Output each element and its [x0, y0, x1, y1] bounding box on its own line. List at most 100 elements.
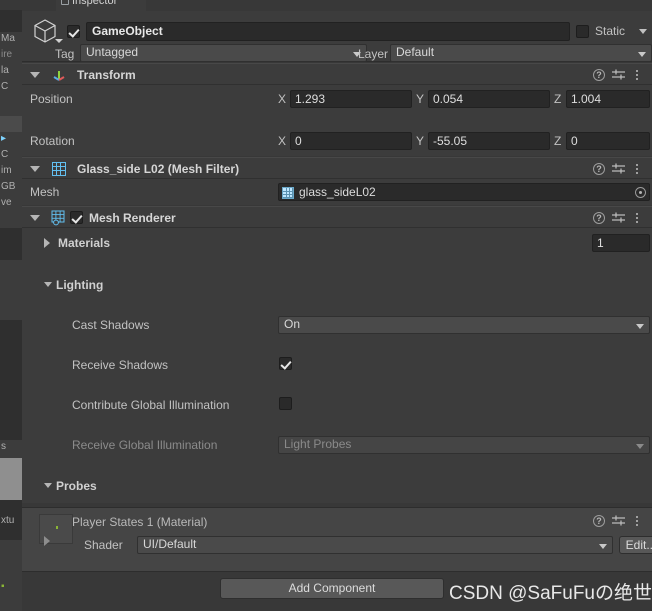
tag-value: Untagged	[86, 45, 139, 59]
component-mesh-filter: Glass_side L02 (Mesh Filter) ? Mesh glas…	[22, 157, 652, 205]
transform-rotation-row: Rotation X 0 Y -55.05 Z 0	[22, 131, 652, 151]
strip-fragment: ▸	[1, 133, 7, 144]
transform-title: Transform	[77, 68, 136, 82]
mesh-object-field[interactable]: glass_sideL02	[278, 183, 650, 201]
axis-z-label: Z	[554, 92, 562, 106]
help-icon[interactable]: ?	[593, 69, 605, 81]
add-component-button[interactable]: Add Component	[220, 578, 444, 599]
cast-shadows-value: On	[284, 317, 301, 331]
mesh-value: glass_sideL02	[299, 185, 376, 199]
contribute-gi-checkbox[interactable]	[279, 397, 292, 410]
mesh-asset-icon	[282, 187, 294, 199]
strip-fragment: C	[1, 81, 9, 92]
materials-count-field[interactable]: 1	[592, 234, 650, 252]
gameobject-name-field[interactable]: GameObject	[86, 22, 570, 41]
receive-shadows-checkbox[interactable]	[279, 357, 292, 370]
prefab-chevron-down-icon[interactable]	[55, 39, 63, 43]
static-chevron-down-icon[interactable]	[639, 29, 647, 34]
cast-shadows-row: Cast Shadows On	[22, 315, 652, 335]
mesh-renderer-icon	[51, 210, 65, 226]
preset-sliders-icon[interactable]	[612, 163, 625, 175]
inspector-tabbar: Inspector	[22, 0, 652, 11]
gameobject-enabled-checkbox[interactable]	[67, 25, 80, 38]
contribute-gi-row: Contribute Global Illumination	[22, 395, 652, 415]
kebab-menu-icon[interactable]	[635, 162, 639, 176]
position-y-field[interactable]: 0.054	[428, 90, 550, 108]
mesh-row: Mesh glass_sideL02	[22, 182, 652, 202]
mesh-renderer-header-icons: ?	[593, 211, 645, 226]
preset-sliders-icon[interactable]	[612, 212, 625, 224]
rotation-z-field[interactable]: 0	[566, 132, 650, 150]
kebab-menu-icon[interactable]	[635, 68, 639, 82]
axis-z-label: Z	[554, 134, 562, 148]
transform-axis-icon	[53, 71, 65, 81]
probes-section-header[interactable]: Probes	[22, 476, 652, 496]
strip-fragment: im	[1, 165, 12, 176]
material-bottom-gap	[22, 559, 652, 571]
mesh-renderer-body: Materials 1 Lighting Cast Shadows On Rec…	[22, 228, 652, 611]
static-checkbox[interactable]	[576, 25, 589, 38]
lighting-label: Lighting	[56, 278, 104, 292]
strip-fragment: s	[1, 441, 6, 452]
cast-shadows-label: Cast Shadows	[72, 318, 150, 332]
materials-section[interactable]: Materials 1	[22, 233, 652, 253]
help-icon[interactable]: ?	[593, 515, 605, 527]
transform-foldout-icon[interactable]	[30, 72, 40, 78]
transform-position-row: Position X 1.293 Y 0.054 Z 1.004	[22, 89, 652, 109]
static-label: Static	[595, 24, 626, 38]
position-z-field[interactable]: 1.004	[566, 90, 650, 108]
lighting-foldout-icon[interactable]	[44, 282, 52, 287]
axis-x-label: X	[278, 134, 287, 148]
position-x-field[interactable]: 1.293	[290, 90, 412, 108]
material-preview-dot	[56, 526, 58, 529]
receive-gi-label: Receive Global Illumination	[72, 438, 218, 452]
mesh-renderer-header[interactable]: Mesh Renderer ?	[22, 206, 652, 228]
shader-dropdown[interactable]: UI/Default	[137, 536, 613, 554]
left-docked-panels-strip: Ma ire la C ▸ C im GB ve s xtu ▪	[0, 0, 22, 611]
layer-dropdown[interactable]: Default	[390, 44, 652, 62]
shader-label: Shader	[84, 538, 123, 552]
lighting-section-header[interactable]: Lighting	[22, 275, 652, 295]
kebab-menu-icon[interactable]	[635, 211, 639, 225]
mesh-renderer-foldout-icon[interactable]	[30, 215, 40, 221]
transform-header-icons: ?	[593, 68, 645, 83]
tag-dropdown[interactable]: Untagged	[80, 44, 367, 62]
strip-fragment: GB	[1, 181, 16, 192]
preset-sliders-icon[interactable]	[612, 69, 625, 81]
mesh-filter-title: Glass_side L02 (Mesh Filter)	[77, 162, 240, 176]
rotation-x-field[interactable]: 0	[290, 132, 412, 150]
mesh-label: Mesh	[30, 185, 60, 199]
mesh-renderer-enabled-checkbox[interactable]	[70, 211, 83, 224]
object-picker-icon[interactable]	[635, 187, 646, 198]
component-mesh-renderer: Mesh Renderer ? Materials 1 Lighting Cas…	[22, 206, 652, 611]
transform-body: Position X 1.293 Y 0.054 Z 1.004 Rotatio…	[22, 85, 652, 192]
shader-value: UI/Default	[143, 537, 197, 551]
help-icon[interactable]: ?	[593, 212, 605, 224]
axis-y-label: Y	[416, 134, 425, 148]
strip-fragment: ▪	[1, 581, 5, 592]
mesh-renderer-title: Mesh Renderer	[89, 211, 176, 225]
material-foldout-icon[interactable]	[44, 536, 50, 546]
strip-fragment: xtu	[1, 515, 15, 526]
mesh-filter-foldout-icon[interactable]	[30, 166, 40, 172]
kebab-menu-icon[interactable]	[635, 514, 639, 528]
material-title: Player States 1 (Material)	[72, 515, 208, 529]
transform-header[interactable]: Transform ?	[22, 63, 652, 85]
rotation-y-field[interactable]: -55.05	[428, 132, 550, 150]
help-icon[interactable]: ?	[593, 163, 605, 175]
strip-fragment: ve	[1, 197, 12, 208]
inspector-icon	[61, 0, 69, 5]
materials-foldout-icon[interactable]	[44, 238, 50, 248]
layer-label: Layer	[358, 47, 389, 61]
strip-fragment: C	[1, 149, 9, 160]
tab-inspector[interactable]: Inspector	[56, 0, 146, 11]
strip-fragment: ire	[1, 49, 13, 60]
shader-edit-button[interactable]: Edit...	[619, 536, 652, 554]
layer-value: Default	[396, 45, 435, 59]
cast-shadows-dropdown[interactable]: On	[278, 316, 650, 334]
mesh-filter-header[interactable]: Glass_side L02 (Mesh Filter) ?	[22, 157, 652, 179]
mesh-filter-icon	[52, 162, 66, 176]
tab-inspector-label: Inspector	[72, 0, 118, 7]
probes-foldout-icon[interactable]	[44, 483, 52, 488]
preset-sliders-icon[interactable]	[612, 515, 625, 527]
